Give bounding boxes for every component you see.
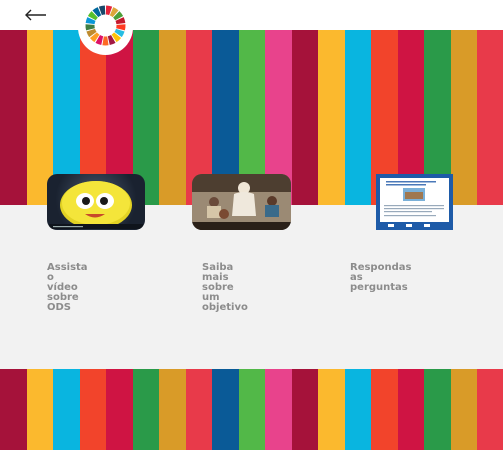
wheel-segment	[102, 36, 109, 46]
color-stripe	[26, 369, 53, 450]
color-stripe	[344, 30, 371, 205]
color-stripe	[424, 369, 451, 450]
color-stripe	[79, 369, 106, 450]
color-stripe	[450, 30, 477, 205]
color-stripe	[450, 369, 477, 450]
quiz-thumbnail[interactable]	[376, 174, 453, 230]
color-stripe	[291, 30, 318, 205]
color-stripe	[53, 369, 80, 450]
color-stripe	[132, 369, 159, 450]
card-label: Assista o vídeo sobre ODS	[47, 262, 88, 313]
color-stripe	[238, 369, 265, 450]
color-stripe	[477, 30, 503, 205]
color-stripe	[397, 369, 424, 450]
color-stripe	[159, 30, 186, 205]
sdg-color-wheel-icon	[85, 5, 126, 46]
card-label: Saiba mais sobre um objetivo	[202, 262, 248, 313]
color-stripe	[265, 369, 292, 450]
page: Assista o vídeo sobre ODS Saiba mais sob…	[0, 0, 503, 450]
color-stripe	[477, 369, 503, 450]
arrow-left-icon	[25, 9, 46, 21]
color-stripe	[212, 369, 239, 450]
video-thumbnail[interactable]	[47, 174, 145, 230]
color-stripe	[106, 369, 133, 450]
color-stripe	[318, 369, 345, 450]
top-bar	[0, 0, 503, 30]
card-label: Respondas as perguntas	[350, 262, 412, 293]
color-stripe	[0, 30, 27, 205]
sdg-logo[interactable]	[78, 0, 133, 55]
video-thumbnail[interactable]	[192, 174, 291, 230]
color-stripe	[344, 369, 371, 450]
color-stripe	[159, 369, 186, 450]
color-stripe	[318, 30, 345, 205]
back-button[interactable]	[22, 6, 50, 24]
color-stripe	[185, 369, 212, 450]
color-stripe	[371, 369, 398, 450]
bottom-stripe-banner	[0, 369, 503, 450]
color-stripe	[291, 369, 318, 450]
color-stripe	[0, 369, 27, 450]
